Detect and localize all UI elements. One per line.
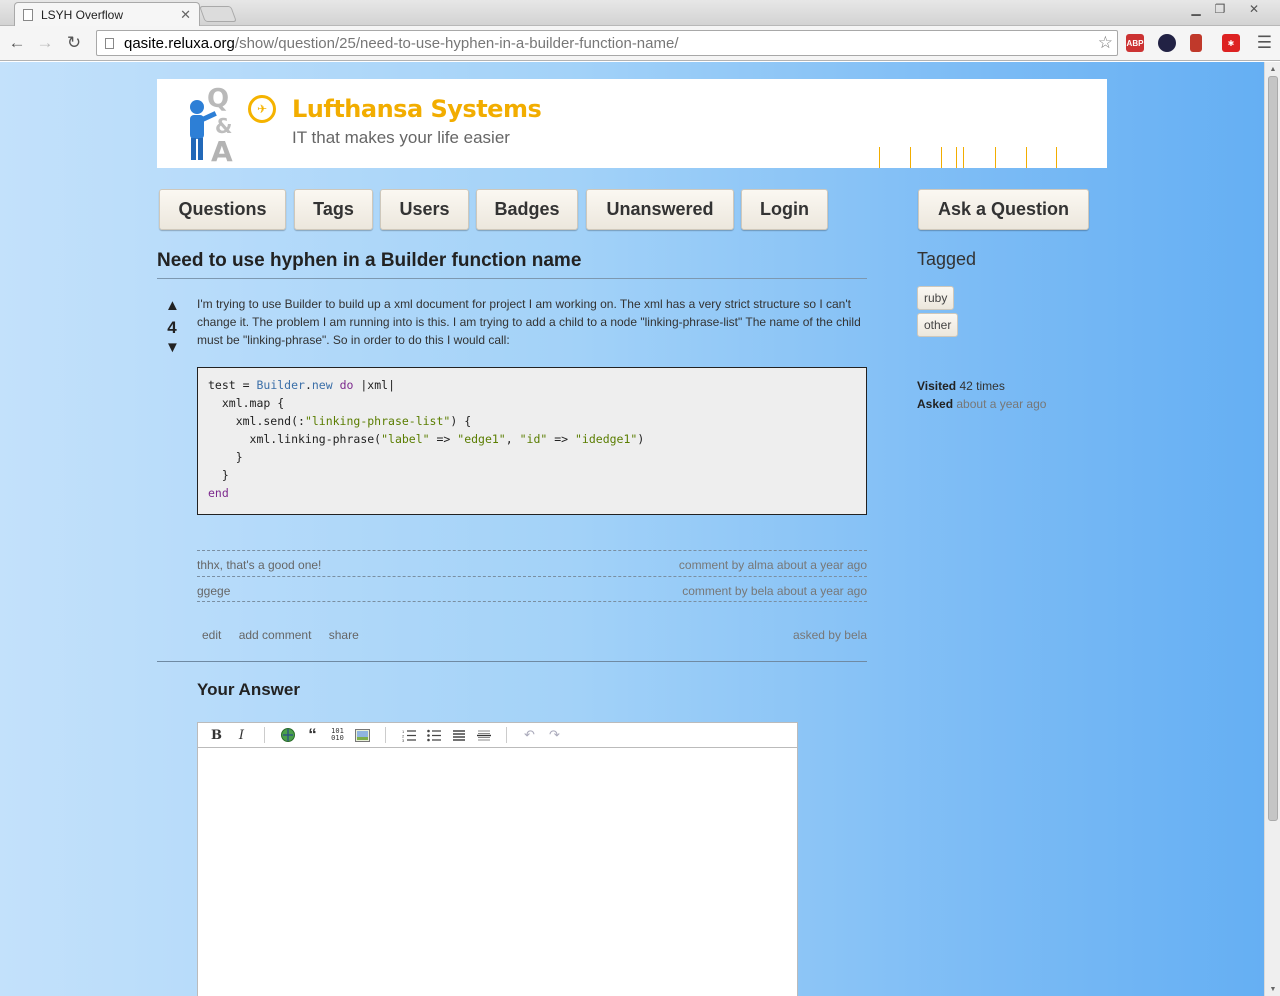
minimize-icon[interactable]: ▁ — [1183, 0, 1209, 18]
code-line: end — [208, 486, 229, 500]
comment-text: ggege — [197, 584, 231, 598]
ask-question-button[interactable]: Ask a Question — [918, 189, 1089, 230]
your-answer-heading: Your Answer — [197, 680, 300, 699]
extension-globe-icon[interactable] — [1158, 34, 1176, 52]
address-bar[interactable]: qasite.reluxa.org /show/question/25/need… — [96, 30, 1118, 56]
vote-up-icon[interactable]: ▲ — [165, 297, 180, 314]
tab-close-icon[interactable]: ✕ — [180, 7, 191, 23]
reload-icon[interactable]: ↻ — [63, 33, 85, 53]
code-line: } — [208, 468, 229, 482]
question-body: I'm trying to use Builder to build up a … — [197, 297, 861, 347]
url-path: /show/question/25/need-to-use-hyphen-in-… — [234, 34, 679, 52]
comment-item: ggege comment by bela about a year ago — [197, 576, 867, 602]
link-icon[interactable] — [275, 725, 300, 745]
italic-button[interactable]: I — [229, 725, 254, 745]
vote-down-icon[interactable]: ▼ — [165, 339, 180, 356]
page-viewport: Q & A ✈ Lufthansa Systems IT that makes … — [0, 62, 1264, 996]
asked-value: about a year ago — [956, 397, 1047, 411]
restore-icon[interactable]: ❐ — [1207, 0, 1233, 18]
question-stats: Visited 42 times Asked about a year ago — [917, 377, 1046, 413]
code-sample-icon[interactable]: 101 010 — [325, 725, 350, 745]
divider — [157, 661, 867, 662]
editor-toolbar: B I “ 101 010 123 ↶ ↷ — [198, 723, 797, 748]
visited-label: Visited — [917, 379, 957, 393]
site-banner[interactable]: Q & A ✈ Lufthansa Systems IT that makes … — [157, 79, 1107, 168]
answer-editor[interactable]: B I “ 101 010 123 ↶ ↷ — [197, 722, 798, 996]
visited-value: 42 times — [959, 379, 1005, 393]
tag-ruby[interactable]: ruby — [917, 286, 955, 310]
comment-meta[interactable]: comment by alma about a year ago — [679, 558, 867, 572]
share-link[interactable]: share — [329, 628, 359, 642]
url-host: qasite.reluxa.org — [124, 34, 235, 52]
qa-logo-icon: Q & A — [190, 84, 233, 163]
forward-icon[interactable]: → — [34, 33, 56, 53]
nav-badges-button[interactable]: Badges — [476, 189, 578, 230]
nav-unanswered-button[interactable]: Unanswered — [586, 189, 734, 230]
svg-text:3: 3 — [402, 738, 405, 742]
comment-item: thhx, that's a good one! comment by alma… — [197, 550, 867, 576]
nav-users-button[interactable]: Users — [380, 189, 469, 230]
page-info-icon[interactable] — [105, 37, 114, 49]
comment-text: thhx, that's a good one! — [197, 558, 322, 572]
browser-tab[interactable]: LSYH Overflow ✕ — [14, 2, 200, 26]
brand-name: Lufthansa Systems — [292, 95, 542, 123]
toolbar-separator — [506, 727, 507, 743]
asked-label: Asked — [917, 397, 954, 411]
image-icon[interactable] — [350, 725, 375, 745]
bold-button[interactable]: B — [204, 725, 229, 745]
page-icon — [23, 8, 33, 21]
add-comment-link[interactable]: add comment — [239, 628, 312, 642]
browser-toolbar: ← → ↻ qasite.reluxa.org /show/question/2… — [0, 26, 1280, 61]
edit-link[interactable]: edit — [202, 628, 221, 642]
redo-icon[interactable]: ↷ — [542, 725, 567, 745]
undo-icon[interactable]: ↶ — [517, 725, 542, 745]
code-line: xml.map { — [208, 396, 285, 410]
extension-bookmark-icon[interactable] — [1190, 34, 1202, 52]
adblock-icon[interactable]: ABP — [1126, 34, 1144, 52]
vertical-scrollbar[interactable]: ▲ ▼ — [1264, 62, 1280, 996]
horizontal-rule-icon[interactable] — [471, 725, 496, 745]
code-line: } — [208, 450, 243, 464]
new-tab-button[interactable] — [199, 6, 237, 22]
nav-questions-button[interactable]: Questions — [159, 189, 286, 230]
comment-meta[interactable]: comment by bela about a year ago — [682, 584, 867, 598]
tagged-heading: Tagged — [917, 249, 977, 269]
brand-tagline: IT that makes your life easier — [292, 128, 510, 147]
toolbar-separator — [385, 727, 386, 743]
code-line: xml.linking-phrase("label" => "edge1", "… — [208, 432, 645, 446]
heading-icon[interactable] — [446, 725, 471, 745]
code-block: test = Builder.new do |xml| xml.map { xm… — [197, 367, 867, 515]
browser-tabstrip: LSYH Overflow ✕ ▁ ❐ ✕ — [0, 0, 1280, 26]
close-window-icon[interactable]: ✕ — [1241, 0, 1267, 18]
scroll-down-icon[interactable]: ▼ — [1265, 982, 1280, 996]
scroll-thumb[interactable] — [1268, 76, 1278, 821]
toolbar-separator — [264, 727, 265, 743]
svg-text:A: A — [211, 135, 233, 163]
tag-other[interactable]: other — [917, 313, 959, 337]
blockquote-icon[interactable]: “ — [300, 725, 325, 745]
question-title[interactable]: Need to use hyphen in a Builder function… — [157, 250, 867, 279]
asked-by[interactable]: asked by bela — [793, 628, 867, 642]
numbered-list-icon[interactable]: 123 — [396, 725, 421, 745]
back-icon[interactable]: ← — [6, 33, 28, 53]
menu-icon[interactable]: ☰ — [1257, 33, 1272, 53]
comment-list: thhx, that's a good one! comment by alma… — [197, 550, 867, 602]
question-actions: edit add comment share — [202, 628, 373, 642]
code-line: xml.send(:"linking-phrase-list") { — [208, 414, 472, 428]
tab-title: LSYH Overflow — [41, 7, 124, 22]
lufthansa-crane-icon: ✈ — [248, 95, 276, 123]
vote-count: 4 — [167, 318, 177, 337]
decorative-bars — [877, 147, 1087, 168]
scroll-up-icon[interactable]: ▲ — [1265, 62, 1280, 76]
code-line: test = Builder.new do |xml| — [208, 378, 395, 392]
bookmark-star-icon[interactable]: ☆ — [1098, 33, 1113, 53]
nav-login-button[interactable]: Login — [741, 189, 828, 230]
bulleted-list-icon[interactable] — [421, 725, 446, 745]
extension-puzzle-icon[interactable]: ✱ — [1222, 34, 1240, 52]
svg-text:Q: Q — [207, 84, 229, 114]
nav-tags-button[interactable]: Tags — [294, 189, 373, 230]
